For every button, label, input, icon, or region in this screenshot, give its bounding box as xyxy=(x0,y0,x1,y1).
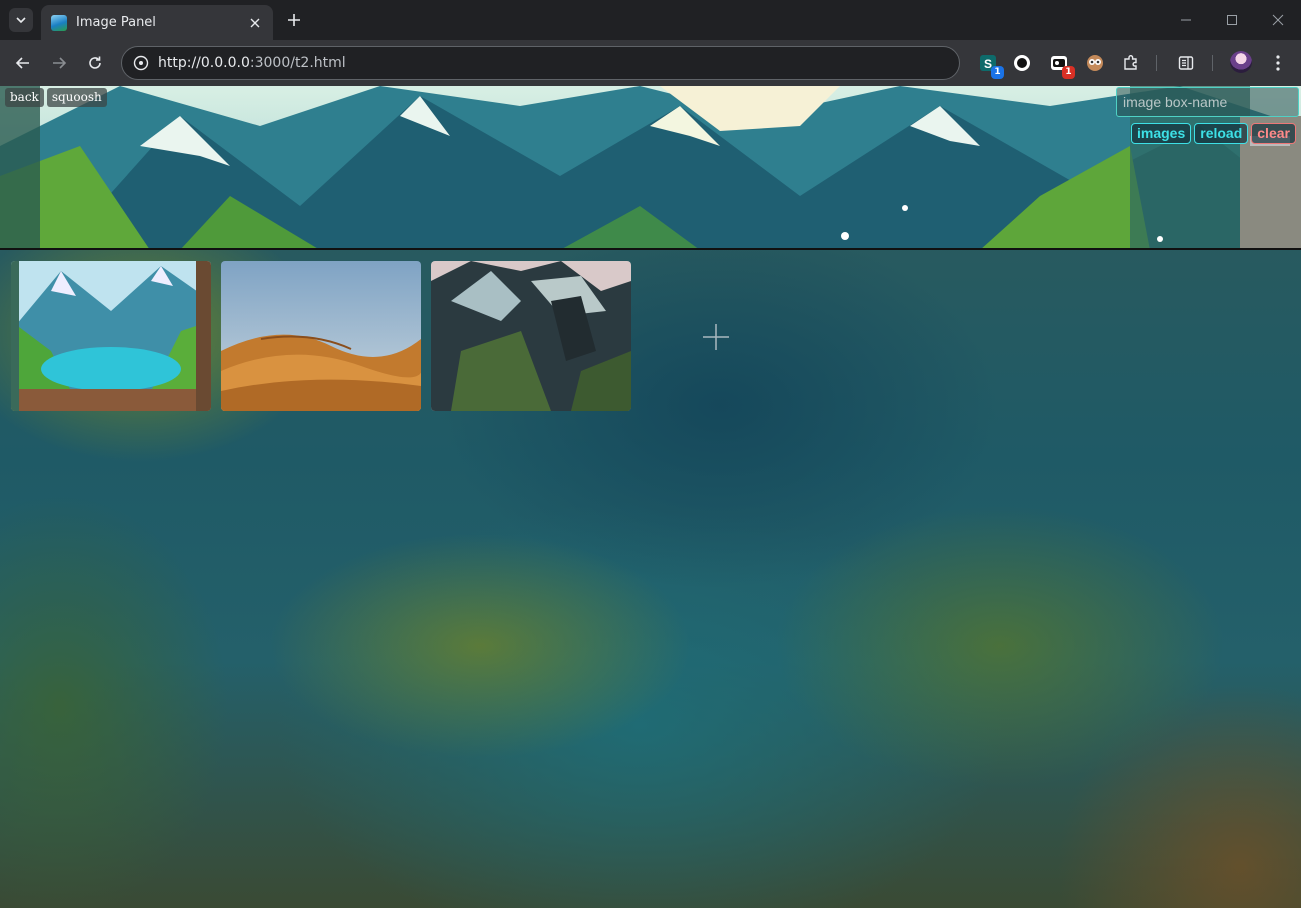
side-panel-icon xyxy=(1178,56,1194,70)
circle-extension-icon xyxy=(1014,55,1030,71)
url-text: http://0.0.0.0:3000/t2.html xyxy=(158,55,346,71)
owl-extension-icon xyxy=(1087,55,1103,71)
tab-close-button[interactable] xyxy=(247,15,263,31)
profile-avatar[interactable] xyxy=(1230,51,1252,73)
address-bar[interactable]: http://0.0.0.0:3000/t2.html xyxy=(121,46,960,80)
lake-valley-image xyxy=(11,261,211,411)
side-panel-button[interactable] xyxy=(1174,51,1198,75)
extension-badge: 1 xyxy=(1062,66,1075,79)
chevron-down-icon xyxy=(16,17,26,24)
minimize-button[interactable] xyxy=(1163,0,1209,40)
extensions-menu-button[interactable] xyxy=(1119,51,1143,75)
images-button[interactable]: images xyxy=(1131,123,1192,144)
thumbnail-desert-dunes[interactable] xyxy=(221,261,421,411)
extension-camera-button[interactable]: 1 xyxy=(1047,51,1075,79)
rocky-mountain-image xyxy=(431,261,631,411)
new-tab-button[interactable] xyxy=(283,9,305,31)
maximize-button[interactable] xyxy=(1209,0,1255,40)
minimize-icon xyxy=(1181,19,1191,21)
close-icon xyxy=(250,18,260,27)
tab-strip: Image Panel xyxy=(0,0,1301,40)
arrow-right-icon xyxy=(53,57,67,69)
add-image-button[interactable] xyxy=(691,322,741,352)
extension-s-button[interactable]: S 1 xyxy=(976,51,1004,79)
reload-icon xyxy=(89,56,101,69)
toolbar-separator xyxy=(1212,55,1213,71)
tab-title: Image Panel xyxy=(76,15,156,30)
extension-circle-button[interactable] xyxy=(1010,51,1034,75)
url-host: http://0.0.0.0 xyxy=(158,55,250,71)
squoosh-button[interactable]: squoosh xyxy=(46,88,107,107)
banner-image xyxy=(0,86,1301,250)
thumbnail-lake-valley[interactable] xyxy=(11,261,211,411)
url-path: :3000/t2.html xyxy=(249,55,346,71)
top-left-actions: back squoosh xyxy=(5,88,107,107)
toolbar-separator xyxy=(1156,55,1157,71)
panel-actions: images reload clear xyxy=(1131,123,1296,144)
forward-nav-button[interactable] xyxy=(45,49,73,77)
reload-button[interactable]: reload xyxy=(1194,123,1249,144)
reload-nav-button[interactable] xyxy=(81,49,109,77)
plus-icon xyxy=(288,14,300,26)
tab-favicon-icon xyxy=(51,14,67,31)
back-nav-button[interactable] xyxy=(9,49,37,77)
banner-landscape-illustration xyxy=(0,86,1301,248)
arrow-left-icon xyxy=(15,57,29,69)
close-icon xyxy=(1272,14,1284,26)
clear-button[interactable]: clear xyxy=(1251,123,1296,144)
thumbnail-rocky-mountain[interactable] xyxy=(431,261,631,411)
active-tab[interactable]: Image Panel xyxy=(41,5,273,40)
site-settings-icon xyxy=(133,55,149,71)
extension-owl-button[interactable] xyxy=(1083,51,1107,75)
thumbnail-grid xyxy=(11,261,631,411)
back-button[interactable]: back xyxy=(5,88,44,107)
page-body: back squoosh images reload clear xyxy=(0,86,1301,908)
window-close-button[interactable] xyxy=(1255,0,1301,40)
more-vertical-icon xyxy=(1276,55,1280,71)
puzzle-icon xyxy=(1124,55,1137,70)
site-info-button[interactable] xyxy=(132,54,150,72)
browser-toolbar: http://0.0.0.0:3000/t2.html S 1 1 xyxy=(0,40,1301,86)
extension-badge: 1 xyxy=(991,66,1004,79)
maximize-icon xyxy=(1227,15,1237,25)
box-name-input[interactable] xyxy=(1116,87,1299,117)
plus-icon xyxy=(703,324,729,350)
tab-search-button[interactable] xyxy=(9,8,33,32)
desert-dunes-image xyxy=(221,261,421,411)
browser-menu-button[interactable] xyxy=(1266,51,1290,75)
window-controls xyxy=(1163,0,1301,40)
